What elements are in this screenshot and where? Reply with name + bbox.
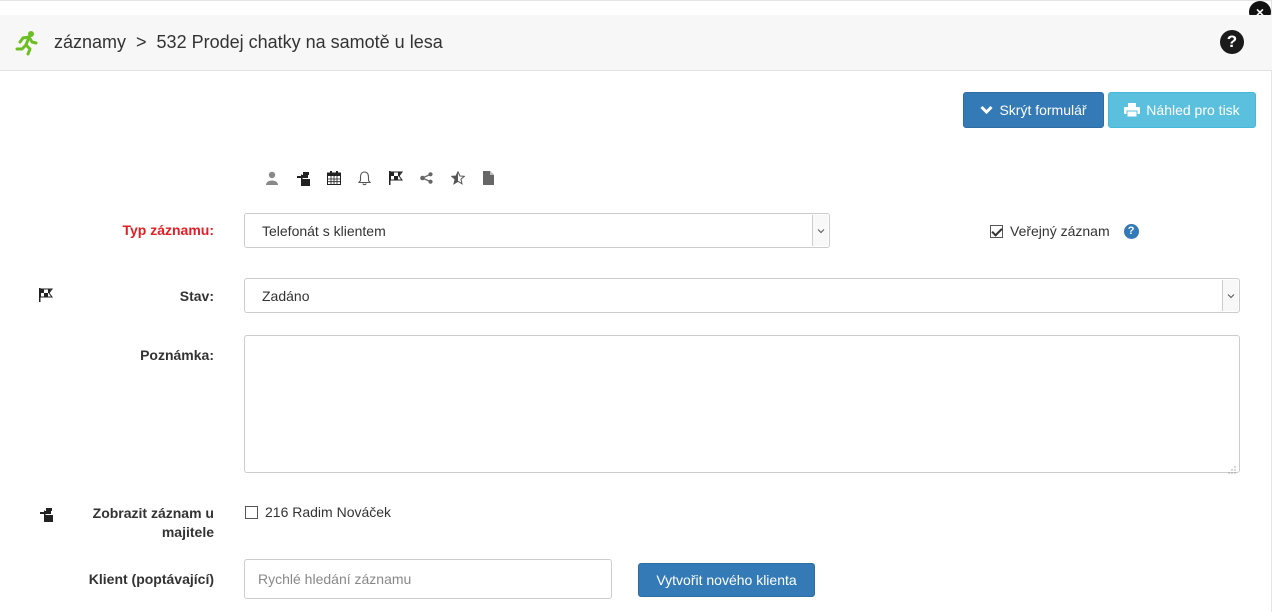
client-label: Klient (poptávající) [88,571,214,587]
show-owner-checkbox[interactable]: 216 Radim Nováček [245,504,391,520]
record-type-value: Telefonát s klientem [262,222,386,239]
state-select[interactable]: Zadáno [244,278,1240,313]
printer-icon [1124,103,1141,117]
bell-icon[interactable] [349,165,380,191]
breadcrumb-root-link[interactable]: záznamy [54,32,126,53]
chevron-down-icon [1222,280,1238,311]
chevron-down-icon [980,105,993,115]
public-record-checkbox[interactable]: Veřejný záznam ? [990,223,1139,239]
record-toolbar [256,165,504,191]
share-icon[interactable] [411,165,442,191]
user-icon[interactable] [256,165,287,191]
hide-form-button[interactable]: Skrýt formulář [963,92,1104,128]
owner-icon [37,505,55,523]
flag-icon[interactable] [380,165,411,191]
public-record-label: Veřejný záznam [1010,223,1110,239]
info-icon[interactable]: ? [1123,223,1139,239]
breadcrumb-separator: > [136,32,147,52]
note-label: Poznámka: [140,347,214,363]
print-preview-label: Náhled pro tisk [1146,102,1240,118]
owner-icon[interactable] [287,165,318,191]
modal-header: záznamy > 532 Prodej chatky na samotě u … [0,15,1272,71]
record-type-select[interactable]: Telefonát s klientem [244,213,830,248]
state-label: Stav: [179,288,214,304]
show-owner-label-line1: Zobrazit záznam u [92,505,214,521]
show-owner-option: 216 Radim Nováček [265,504,392,520]
show-owner-checkbox-box[interactable] [245,505,258,519]
star-icon[interactable] [442,165,473,191]
record-modal: × záznamy > 532 Prodej chatky na samotě … [0,0,1272,612]
public-record-checkbox-box[interactable] [990,224,1003,238]
show-owner-label-line2: majitele [161,524,214,540]
create-client-button[interactable]: Vytvořit nového klienta [638,563,815,597]
state-value: Zadáno [262,287,310,304]
note-textarea[interactable] [244,335,1240,474]
runner-icon [14,30,40,56]
print-preview-button[interactable]: Náhled pro tisk [1108,92,1256,128]
hide-form-label: Skrýt formulář [999,102,1087,118]
client-search-input[interactable] [244,559,612,599]
document-icon[interactable] [473,165,504,191]
show-owner-label: Zobrazit záznam u majitele [60,504,214,542]
help-icon[interactable]: ? [1220,30,1244,54]
chevron-down-icon [812,215,828,246]
flag-icon [37,286,55,304]
resize-grip-icon[interactable] [1228,461,1236,474]
record-type-label: Typ záznamu: [122,222,214,238]
calendar-icon[interactable] [318,165,349,191]
create-client-label: Vytvořit nového klienta [656,572,797,588]
page-title: 532 Prodej chatky na samotě u lesa [156,32,443,52]
